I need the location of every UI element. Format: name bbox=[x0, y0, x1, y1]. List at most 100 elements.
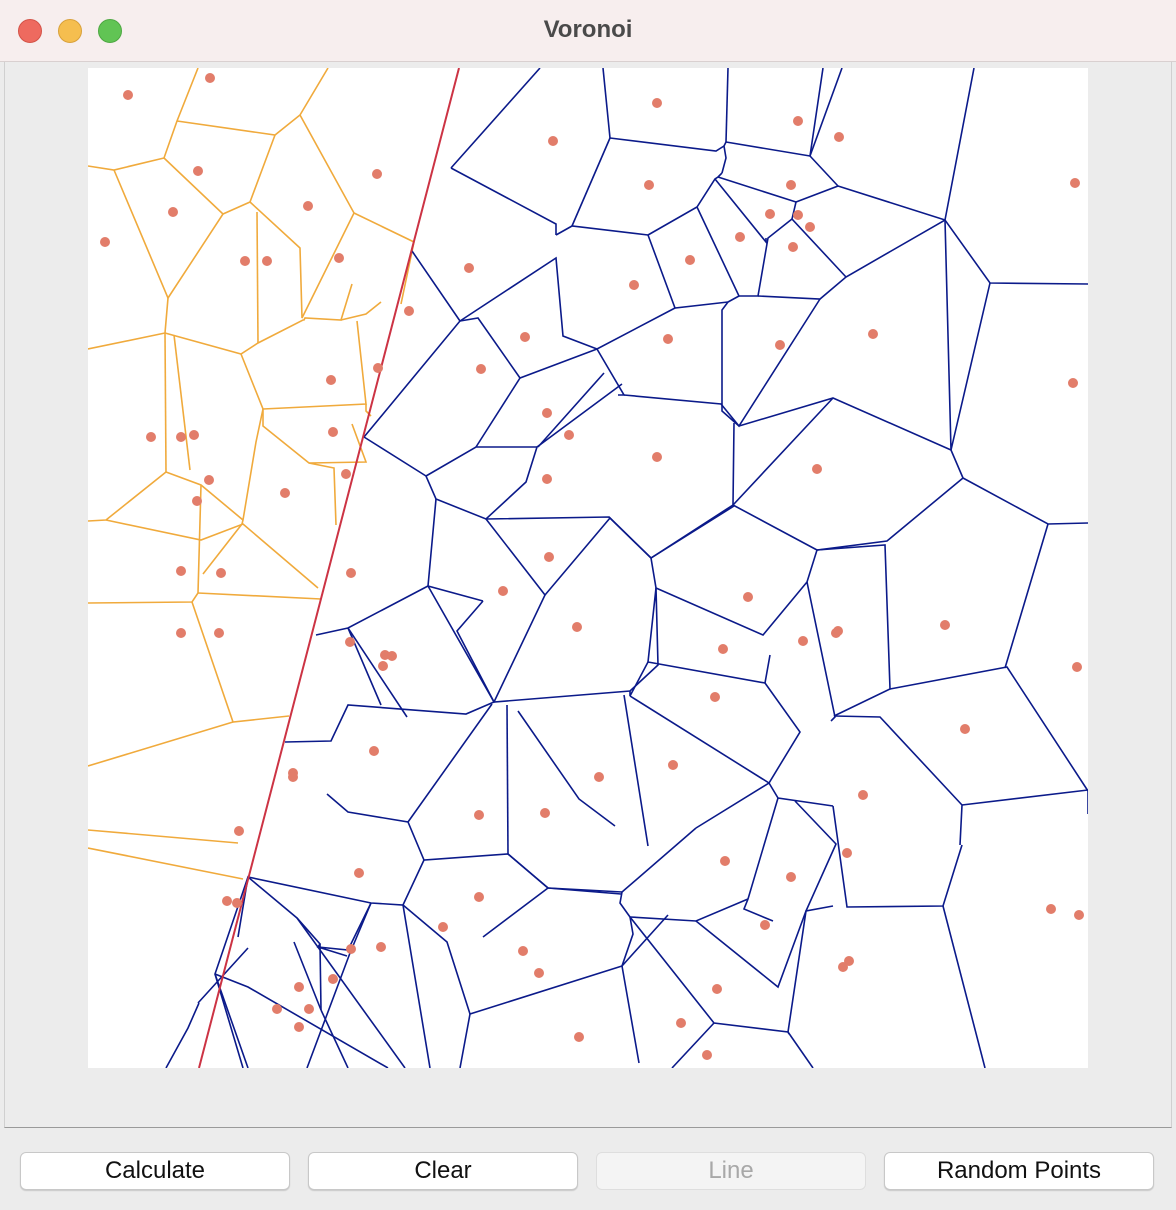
voronoi-edge bbox=[725, 68, 824, 157]
voronoi-edge bbox=[647, 587, 771, 684]
voronoi-edge bbox=[629, 695, 770, 784]
site-point bbox=[765, 209, 775, 219]
site-point bbox=[346, 944, 356, 954]
voronoi-edge bbox=[629, 898, 749, 922]
site-point bbox=[387, 651, 397, 661]
voronoi-edge bbox=[655, 549, 818, 636]
voronoi-canvas[interactable] bbox=[88, 68, 1088, 1068]
voronoi-edge bbox=[353, 212, 415, 305]
voronoi-edge bbox=[256, 211, 259, 344]
site-point bbox=[775, 340, 785, 350]
voronoi-edge bbox=[363, 250, 462, 438]
site-point bbox=[542, 408, 552, 418]
site-point bbox=[805, 222, 815, 232]
site-point bbox=[345, 637, 355, 647]
voronoi-edge bbox=[506, 704, 509, 855]
site-point bbox=[710, 692, 720, 702]
site-point bbox=[378, 661, 388, 671]
site-point bbox=[341, 469, 351, 479]
voronoi-edge bbox=[942, 905, 986, 1068]
voronoi-edge bbox=[402, 904, 431, 1068]
site-point bbox=[272, 1004, 282, 1014]
voronoi-edge bbox=[105, 519, 319, 589]
site-point bbox=[940, 620, 950, 630]
voronoi-edge bbox=[596, 348, 626, 396]
voronoi-edge bbox=[347, 627, 408, 718]
site-point bbox=[334, 253, 344, 263]
site-point bbox=[1074, 910, 1084, 920]
site-point bbox=[176, 432, 186, 442]
voronoi-edge bbox=[619, 827, 697, 918]
voronoi-edge bbox=[621, 916, 640, 1064]
site-point bbox=[146, 432, 156, 442]
title-bar: Voronoi bbox=[0, 0, 1176, 62]
calculate-button[interactable]: Calculate bbox=[20, 1152, 290, 1190]
voronoi-edge bbox=[794, 800, 837, 912]
clear-button[interactable]: Clear bbox=[308, 1152, 578, 1190]
voronoi-edge bbox=[450, 167, 557, 235]
site-point bbox=[168, 207, 178, 217]
voronoi-edge bbox=[647, 172, 723, 236]
voronoi-edge bbox=[961, 789, 1088, 806]
site-point bbox=[214, 628, 224, 638]
voronoi-edge bbox=[191, 601, 290, 723]
voronoi-edge bbox=[621, 914, 669, 967]
line-button[interactable]: Line bbox=[596, 1152, 866, 1190]
site-point bbox=[663, 334, 673, 344]
voronoi-edge bbox=[88, 847, 244, 880]
site-point bbox=[629, 280, 639, 290]
site-point bbox=[520, 332, 530, 342]
voronoi-edge bbox=[544, 517, 611, 596]
voronoi-edge bbox=[202, 353, 264, 575]
voronoi-edge bbox=[837, 68, 975, 222]
voronoi-edge bbox=[1004, 523, 1049, 669]
site-point bbox=[812, 464, 822, 474]
site-point bbox=[712, 984, 722, 994]
site-point bbox=[668, 760, 678, 770]
voronoi-edge bbox=[88, 829, 239, 844]
voronoi-edge bbox=[340, 301, 382, 321]
site-point bbox=[572, 622, 582, 632]
voronoi-edge bbox=[88, 721, 234, 767]
site-point bbox=[644, 180, 654, 190]
site-point bbox=[831, 628, 841, 638]
site-point bbox=[354, 868, 364, 878]
site-point bbox=[743, 592, 753, 602]
voronoi-edge bbox=[742, 797, 779, 922]
site-point bbox=[1072, 662, 1082, 672]
site-point bbox=[702, 1050, 712, 1060]
site-point bbox=[788, 242, 798, 252]
site-point bbox=[372, 169, 382, 179]
site-point bbox=[793, 210, 803, 220]
voronoi-edge bbox=[795, 155, 840, 203]
site-point bbox=[328, 427, 338, 437]
random-points-button[interactable]: Random Points bbox=[884, 1152, 1154, 1190]
site-point bbox=[369, 746, 379, 756]
voronoi-edge bbox=[623, 694, 649, 847]
site-point bbox=[793, 116, 803, 126]
voronoi-edge bbox=[809, 68, 843, 157]
voronoi-edge bbox=[757, 218, 1088, 300]
voronoi-edge bbox=[482, 853, 550, 938]
voronoi-edge bbox=[320, 1009, 349, 1068]
site-point bbox=[1068, 378, 1078, 388]
voronoi-edge bbox=[88, 471, 167, 522]
voronoi-edge bbox=[407, 703, 493, 823]
voronoi-edge bbox=[262, 320, 367, 410]
right-voronoi-edges bbox=[165, 68, 1088, 1068]
voronoi-edge bbox=[739, 218, 793, 297]
site-point bbox=[376, 942, 386, 952]
site-point bbox=[474, 892, 484, 902]
site-point bbox=[176, 566, 186, 576]
site-point bbox=[564, 430, 574, 440]
site-points bbox=[100, 73, 1084, 1060]
site-point bbox=[786, 872, 796, 882]
site-point bbox=[476, 364, 486, 374]
site-point bbox=[262, 256, 272, 266]
voronoi-edge bbox=[732, 422, 964, 551]
site-point bbox=[189, 430, 199, 440]
site-point bbox=[594, 772, 604, 782]
site-point bbox=[544, 552, 554, 562]
voronoi-edge bbox=[816, 544, 963, 846]
site-point bbox=[834, 132, 844, 142]
